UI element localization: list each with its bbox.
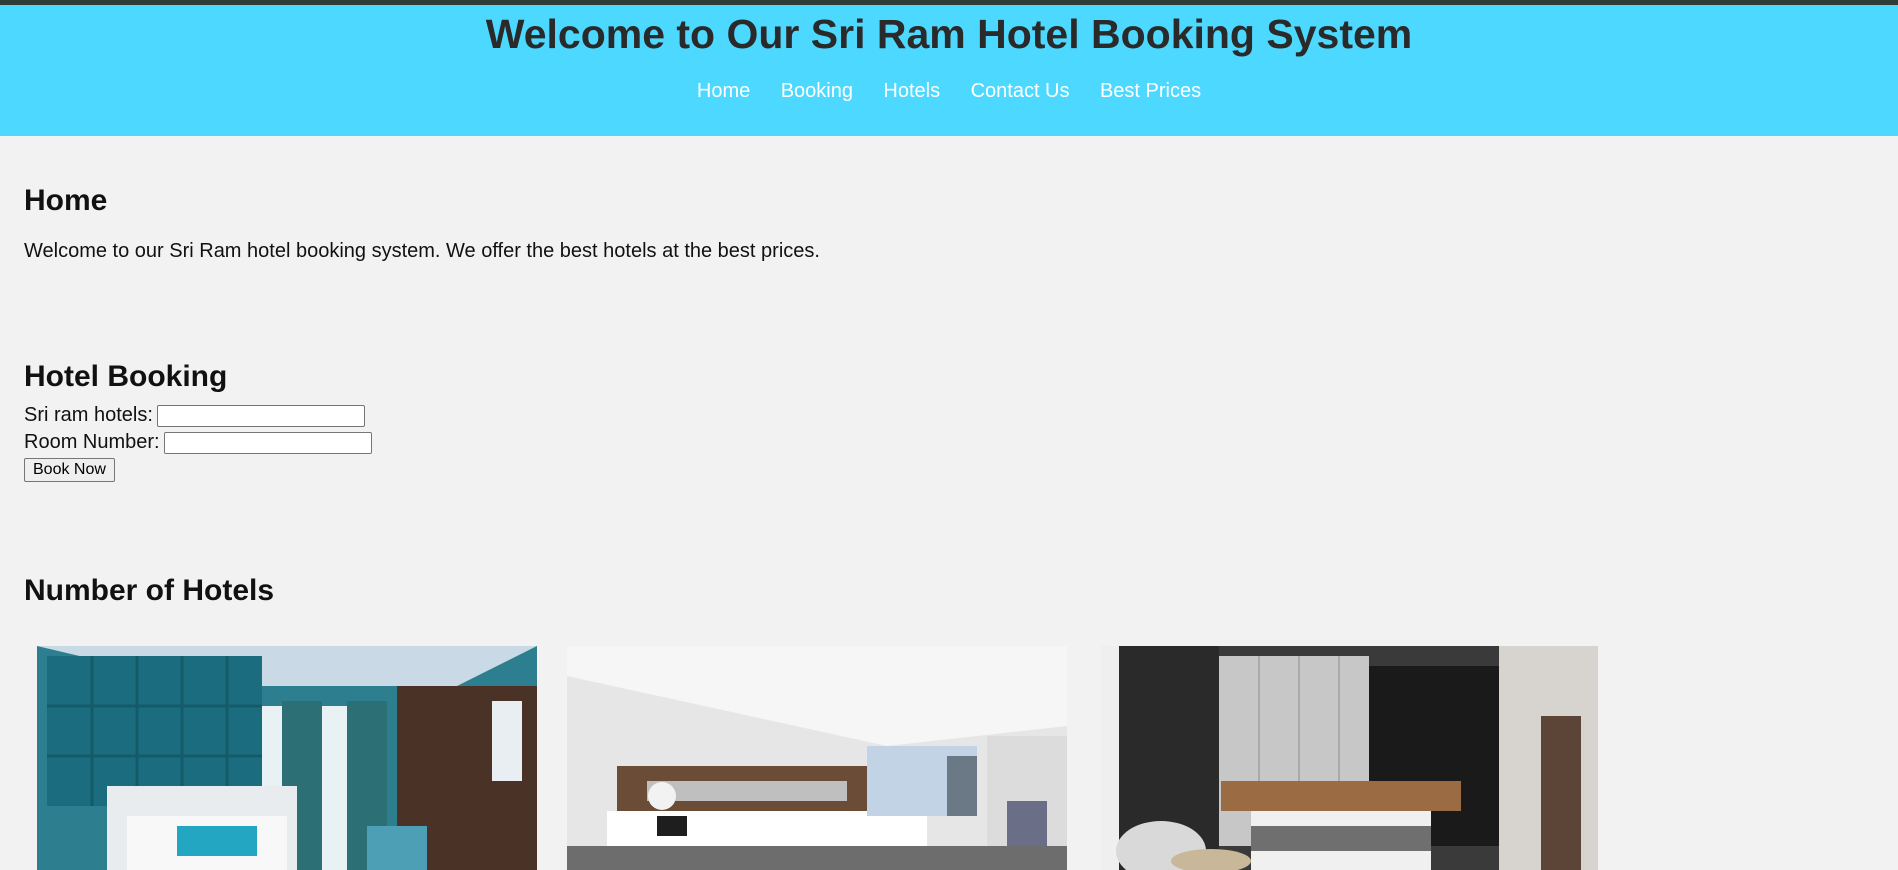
nav-booking-link[interactable]: Booking (781, 80, 853, 103)
book-now-button[interactable]: Book Now (24, 458, 115, 483)
page-title: Welcome to Our Sri Ram Hotel Booking Sys… (485, 11, 1413, 57)
room-label: Room Number: (24, 431, 160, 454)
nav-contact-link[interactable]: Contact Us (971, 80, 1070, 103)
hotel-image-1 (37, 646, 537, 870)
home-text: Welcome to our Sri Ram hotel booking sys… (24, 240, 820, 262)
room-number-input[interactable] (163, 431, 372, 454)
hotels-section: Number of Hotels (24, 574, 274, 608)
hotel-row: Sri ram hotels: (24, 402, 372, 429)
booking-heading: Hotel Booking (24, 360, 228, 393)
hotel-image-2 (567, 646, 1067, 870)
nav-home-link[interactable]: Home (697, 80, 750, 103)
room-row: Room Number: (24, 429, 372, 456)
booking-section: Hotel Booking Sri ram hotels: Room Numbe… (24, 360, 372, 483)
hotels-heading: Number of Hotels (24, 574, 275, 607)
nav-hotels-link[interactable]: Hotels (883, 80, 940, 103)
nav-best-prices-link[interactable]: Best Prices (1100, 80, 1201, 103)
hotel-image-3 (1101, 646, 1598, 870)
home-heading: Home (24, 184, 108, 217)
hotel-label: Sri ram hotels: (24, 404, 153, 427)
hotel-input[interactable] (156, 404, 365, 427)
site-header: Welcome to Our Sri Ram Hotel Booking Sys… (0, 5, 1898, 136)
main-nav: Home Booking Hotels Contact Us Best Pric… (0, 80, 1898, 103)
home-section: Home Welcome to our Sri Ram hotel bookin… (24, 184, 820, 263)
